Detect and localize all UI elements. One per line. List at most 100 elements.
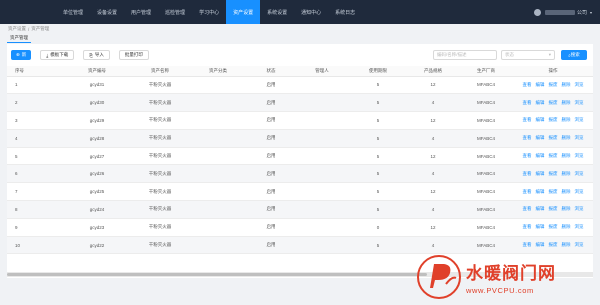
row-action-link[interactable]: 编辑 [536,224,545,229]
row-action-link[interactable]: 删除 [562,206,571,211]
row-action-link[interactable]: 删除 [562,100,571,105]
nav-item[interactable]: 系统日志 [328,0,362,24]
row-action-link[interactable]: 报废 [549,153,558,158]
row-action-link[interactable]: 查看 [523,224,532,229]
row-action-link[interactable]: 浏览 [575,82,584,87]
row-action-link[interactable]: 编辑 [536,242,545,247]
row-action-link[interactable]: 删除 [562,82,571,87]
table-cell: 4 [7,129,63,148]
row-action-link[interactable]: 查看 [523,135,532,140]
table-cell [189,76,247,95]
row-action-link[interactable]: 浏览 [575,189,584,194]
row-action-link[interactable]: 浏览 [575,117,584,122]
table-cell: gcyd29 [63,111,131,130]
page-tabs: 资产管理 [0,34,600,43]
column-header: 使用期限 [349,66,407,77]
table-cell: gcyd30 [63,93,131,113]
search-input[interactable]: 编码/名称/描述 [433,50,497,60]
row-action-link[interactable]: 删除 [562,224,571,229]
row-action-link[interactable]: 报废 [549,100,558,105]
table-cell: 12 [407,111,459,130]
nav-item[interactable]: 通知中心 [294,0,328,24]
row-action-link[interactable]: 查看 [523,242,532,247]
row-action-link[interactable]: 报废 [549,82,558,87]
row-actions: 查看 编辑 报废 删除 浏览 [513,164,593,184]
logo-area [0,0,56,24]
row-action-link[interactable]: 浏览 [575,135,584,140]
table-cell: 4 [407,200,459,219]
tab-asset-management[interactable]: 资产管理 [7,34,31,43]
nav-item[interactable]: 设备设置 [90,0,124,24]
row-action-link[interactable]: 编辑 [536,82,545,87]
nav-item[interactable]: 用户管理 [124,0,158,24]
row-action-link[interactable]: 编辑 [536,153,545,158]
row-action-link[interactable]: 删除 [562,117,571,122]
breadcrumb-item: 资产管理 [31,26,50,31]
row-action-link[interactable]: 编辑 [536,189,545,194]
table-cell: 干粉灭火器 [131,200,189,219]
row-action-link[interactable]: 报废 [549,206,558,211]
row-action-link[interactable]: 编辑 [536,171,545,176]
row-action-link[interactable]: 浏览 [575,206,584,211]
add-button[interactable]: ⊕ 新 [11,50,32,60]
table-cell [295,129,349,148]
nav-item[interactable]: 系统设置 [260,0,294,24]
row-action-link[interactable]: 编辑 [536,206,545,211]
row-action-link[interactable]: 查看 [523,206,532,211]
row-action-link[interactable]: 编辑 [536,100,545,105]
table-cell: MFABC4 [459,147,513,166]
import-button[interactable]: ⎘ 导入 [83,50,110,60]
status-select[interactable]: 状态 ▾ [501,50,555,60]
breadcrumb-item[interactable]: 资产设置 [8,26,26,32]
user-menu[interactable]: 公司 ▾ [533,0,592,24]
table-cell: 启用 [247,182,295,202]
row-action-link[interactable]: 查看 [523,100,532,105]
row-action-link[interactable]: 报废 [549,117,558,122]
row-action-link[interactable]: 浏览 [575,153,584,158]
row-action-link[interactable]: 删除 [562,153,571,158]
row-action-link[interactable]: 查看 [523,117,532,122]
row-action-link[interactable]: 报废 [549,224,558,229]
table-cell [295,200,349,219]
row-action-link[interactable]: 编辑 [536,135,545,140]
scrollbar-thumb[interactable] [7,273,427,276]
table-cell: 启用 [247,129,295,148]
asset-table: 序号 资产编号 资产名称 资产分类 状态 管理人 使用期限 产品规格 生产厂商 操作 1 gcyd3… [7,66,593,255]
template-download-button[interactable]: ⤓ 模板下载 [40,50,75,60]
table-cell: 干粉灭火器 [131,164,189,184]
watermark-text: 水暖阀门网 www.PVCPU.com [466,259,556,295]
row-action-link[interactable]: 删除 [562,135,571,140]
nav-item[interactable]: 巡检管理 [158,0,192,24]
row-action-link[interactable]: 报废 [549,189,558,194]
table-cell: 干粉灭火器 [131,182,189,202]
nav-item[interactable]: 单位管理 [56,0,90,24]
nav-item[interactable]: 资产设置 [226,0,261,24]
row-action-link[interactable]: 查看 [523,153,532,158]
table-cell: 10 [7,236,63,255]
row-action-link[interactable]: 查看 [523,82,532,87]
table-cell [295,164,349,184]
row-action-link[interactable]: 编辑 [536,117,545,122]
table-cell: MFABC4 [459,182,513,202]
row-action-link[interactable]: 浏览 [575,100,584,105]
batch-print-button[interactable]: 批量打印 [118,50,149,60]
table-cell [295,76,349,95]
row-action-link[interactable]: 报废 [549,242,558,247]
table-row: 4 gcyd28 干粉灭火器 启用 5 4 MFABC4 查看 编辑 报废 删除 浏览 [7,129,593,148]
row-action-link[interactable]: 报废 [549,171,558,176]
row-action-link[interactable]: 删除 [562,189,571,194]
search-button[interactable]: ⌕ 搜索 [561,50,587,60]
row-action-link[interactable]: 浏览 [575,171,584,176]
watermark-title: 水暖阀门网 [466,264,556,284]
row-action-link[interactable]: 查看 [523,189,532,194]
row-action-link[interactable]: 查看 [523,171,532,176]
table-cell [295,182,349,202]
row-action-link[interactable]: 浏览 [575,242,584,247]
nav-item[interactable]: 学习中心 [192,0,226,24]
row-action-link[interactable]: 删除 [562,242,571,247]
row-action-link[interactable]: 报废 [549,135,558,140]
toolbar: ⊕ 新 ⤓ 模板下载 ⎘ 导入 批量打印 编码/名称/描述 状态 ▾ ⌕ 搜索 [7,44,593,66]
row-action-link[interactable]: 删除 [562,171,571,176]
row-action-link[interactable]: 浏览 [575,224,584,229]
table-cell: gcyd24 [63,200,131,219]
